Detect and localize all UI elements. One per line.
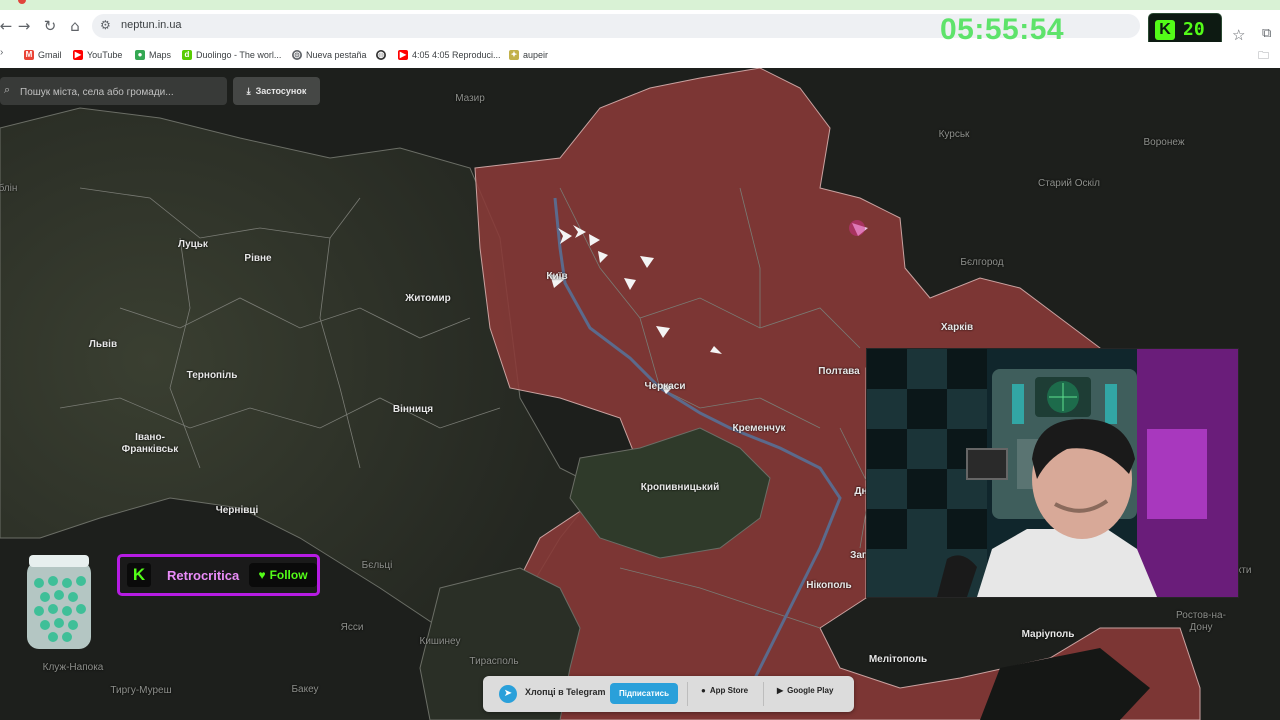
city-label: Клуж-Напока (42, 662, 104, 673)
url-text[interactable]: neptun.in.ua (121, 19, 182, 31)
telegram-text[interactable]: Хлопці в Telegram (525, 687, 605, 697)
bookmark-reproduction[interactable]: ▶ 4:05 4:05 Reproduci... (398, 48, 501, 62)
city-label: Кременчук (732, 423, 786, 434)
city-label: Старий Оскіл (1038, 178, 1100, 189)
city-label: Луцьк (178, 239, 208, 250)
city-label: Кропивницький (640, 482, 720, 493)
address-bar-row: ← → ↻ ⌂ ⚙ neptun.in.ua ☆ ⧉ (0, 10, 1280, 44)
heart-icon: ♥ (258, 568, 266, 582)
city-label: Вінниця (392, 404, 434, 415)
bookmark-youtube[interactable]: ▶ YouTube (73, 48, 122, 62)
divider (687, 682, 688, 706)
bookmark-globe[interactable]: ◍ (376, 48, 386, 62)
city-label: Тернопіль (186, 370, 238, 381)
city-label: Харків (940, 322, 974, 333)
city-label: Чернівці (215, 505, 259, 516)
search-icon: ⌕ (4, 83, 11, 96)
bookmark-label: Nueva pestaña (306, 50, 367, 60)
city-label: Мазир (455, 93, 485, 104)
stream-jar-widget (23, 553, 95, 653)
city-label: Черкаси (644, 381, 686, 392)
aupeir-icon: ✦ (509, 50, 519, 60)
city-label: Львів (88, 339, 118, 350)
app-download-button[interactable]: ⤓ Застосунок (233, 77, 320, 105)
bookmark-label: Gmail (38, 50, 62, 60)
youtube-icon: ▶ (398, 50, 408, 60)
city-label: Кишинеу (419, 636, 461, 647)
city-label: Рівне (244, 253, 272, 264)
city-label: Київ (546, 271, 568, 282)
extensions-icon[interactable]: ⧉ (1262, 26, 1271, 41)
promo-bar: ➤ Хлопці в Telegram Підписатись ● App Sto… (483, 676, 854, 712)
search-input[interactable] (18, 82, 222, 102)
city-label: Полтава (818, 366, 860, 377)
divider (763, 682, 764, 706)
bookmark-aupeir[interactable]: ✦ aupeir (509, 48, 548, 62)
city-label: Курськ (938, 129, 970, 140)
hotspot-glow (849, 220, 865, 236)
kick-logo-icon: K (127, 563, 151, 587)
follow-label: Follow (269, 568, 308, 582)
play-icon: ▶ (777, 686, 784, 695)
city-label: Маріуполь (1021, 629, 1075, 640)
subscribe-button[interactable]: Підписатись (610, 683, 678, 704)
all-bookmarks-folder-icon[interactable]: 🗀 (1258, 47, 1269, 66)
maps-pin-icon: ● (135, 50, 145, 60)
city-label: Тирасполь (469, 656, 519, 667)
bookmark-new-tab[interactable]: ◎ Nueva pestaña (292, 48, 367, 62)
city-label: Бєльці (361, 560, 393, 571)
app-store-label: App Store (709, 686, 749, 695)
channel-name: Retrocritica (167, 568, 240, 583)
bookmark-label: Maps (149, 50, 172, 60)
youtube-icon: ▶ (73, 50, 83, 60)
globe-icon: ◍ (376, 50, 386, 60)
city-label: блін (0, 183, 18, 194)
city-label: Тиргу-Муреш (110, 685, 172, 696)
bookmark-label: YouTube (87, 50, 123, 60)
city-label: Нікополь (806, 580, 852, 591)
forward-arrow-icon[interactable]: → (14, 16, 34, 36)
location-search[interactable]: ⌕ (0, 77, 227, 105)
bookmarks-more-left-icon[interactable]: › (0, 47, 3, 58)
city-label: Бакеу (291, 684, 319, 695)
kick-badge-count: 20 (1183, 19, 1205, 40)
bookmark-label: aupeir (523, 50, 549, 60)
app-button-label: Застосунок (255, 86, 307, 96)
city-label: Мелітополь (868, 654, 928, 665)
bookmark-maps[interactable]: ● Maps (135, 48, 171, 62)
kick-follow-widget: K Retrocritica ♥ Follow (117, 554, 320, 596)
webcam-feed (867, 349, 1238, 597)
chrome-icon: ◎ (292, 50, 302, 60)
city-label: Житомир (405, 293, 451, 304)
kick-logo-icon: K (1155, 20, 1175, 40)
browser-top-strip (0, 0, 1280, 10)
duolingo-icon: d (182, 50, 192, 60)
gmail-icon: M (24, 50, 34, 60)
bookmark-duolingo[interactable]: d Duolingo - The worl... (182, 48, 281, 62)
city-label: Воронеж (1143, 137, 1185, 148)
download-icon: ⤓ (246, 85, 251, 96)
google-play-link[interactable]: ▶ Google Play (777, 686, 833, 695)
city-label: Івано-Франківськ (121, 432, 179, 455)
follow-button[interactable]: ♥ Follow (249, 563, 317, 587)
bookmark-label: Duolingo - The worl... (196, 50, 282, 60)
bookmarks-bar: › M Gmail ▶ YouTube ● Maps d Duolingo - The … (0, 42, 1280, 69)
bookmark-label: 4:05 4:05 Reproduci... (412, 50, 501, 60)
app-store-link[interactable]: ● App Store (701, 686, 748, 695)
city-label: Ростов-на-Дону (1176, 610, 1226, 633)
home-icon[interactable]: ⌂ (65, 16, 85, 36)
browser-close-dot[interactable] (18, 0, 26, 4)
bookmark-gmail[interactable]: M Gmail (24, 48, 62, 62)
reload-icon[interactable]: ↻ (40, 16, 60, 36)
telegram-icon[interactable]: ➤ (499, 685, 517, 703)
apple-icon: ● (701, 686, 706, 695)
google-play-label: Google Play (787, 686, 834, 695)
site-info-icon[interactable]: ⚙ (100, 18, 111, 32)
webcam-overlay (866, 348, 1239, 598)
city-label: Бєлгород (960, 257, 1004, 268)
city-label: Ясси (340, 622, 364, 633)
